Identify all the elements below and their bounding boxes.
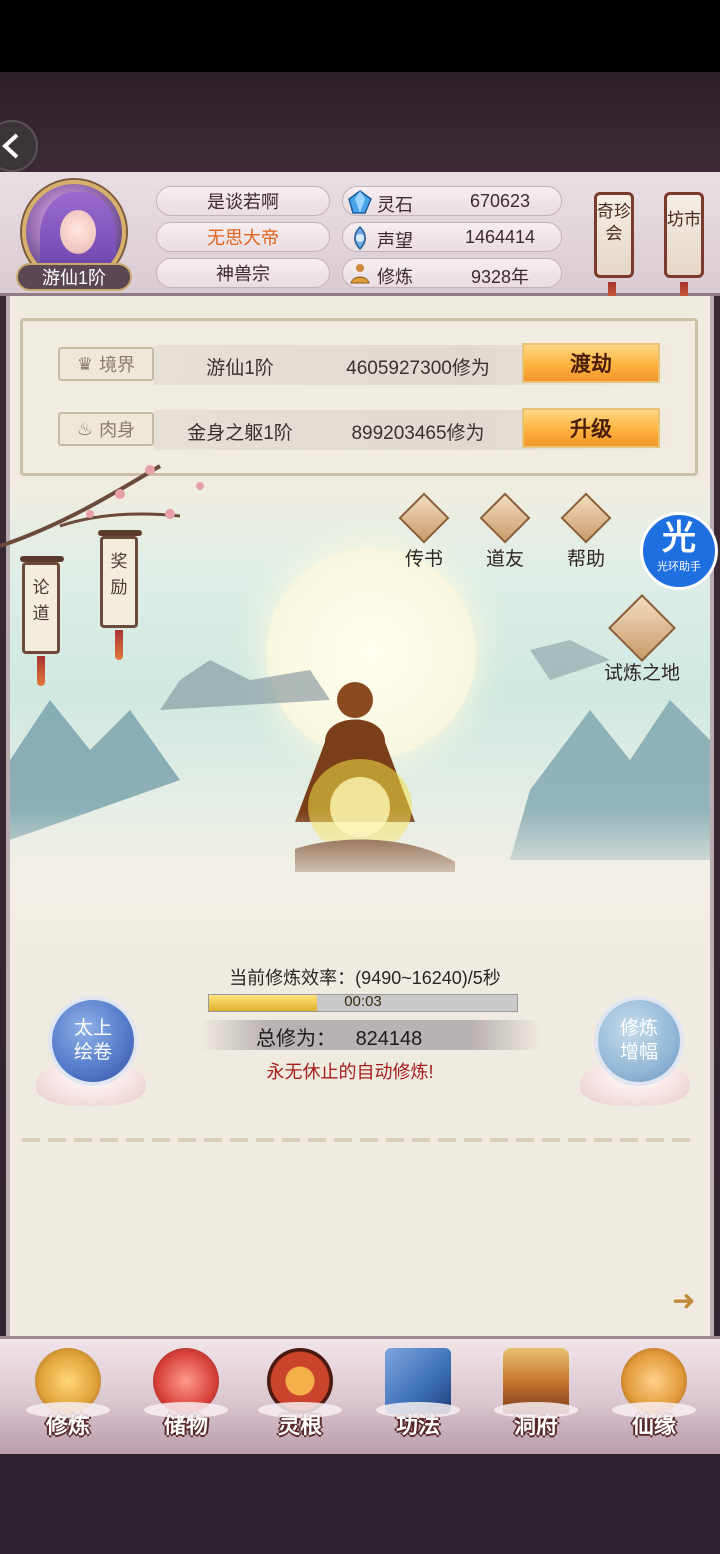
- celestial-scroll-button[interactable]: 太上 绘卷: [48, 996, 138, 1086]
- nav-cloud: [376, 1402, 460, 1418]
- body-row: ♨ 肉身 金身之躯1阶 899203465修为 升级: [40, 408, 684, 450]
- friend-icon: [479, 492, 531, 544]
- boat-icon: [608, 594, 676, 662]
- market-tab[interactable]: 坊市: [664, 192, 704, 278]
- resource-label: 修炼: [377, 267, 413, 287]
- crown-icon: ♛: [76, 353, 94, 374]
- body-name: 金身之躯1阶: [187, 423, 293, 444]
- player-title: 无思大帝: [156, 222, 330, 252]
- nav-item-fate[interactable]: 仙缘: [604, 1346, 704, 1450]
- friend-label: 道友: [485, 549, 524, 570]
- reward-banner[interactable]: 奖励: [100, 536, 138, 628]
- help-icon: [560, 492, 612, 544]
- body-label: ♨ 肉身: [58, 412, 154, 446]
- nav-item-storage[interactable]: 储物: [136, 1346, 236, 1450]
- realm-value: 4605927300修为: [346, 358, 490, 379]
- total-label: 总修为：: [256, 1028, 336, 1050]
- friend-button[interactable]: 道友: [475, 492, 535, 571]
- treasure-fair-tab[interactable]: 奇珍会: [594, 192, 634, 278]
- player-name: 是谈若啊: [156, 186, 330, 216]
- resource-value: 1464414: [464, 227, 536, 247]
- letter-label: 传书: [404, 549, 443, 570]
- discuss-banner[interactable]: 论道: [22, 562, 60, 654]
- expand-arrow-icon[interactable]: ➜: [672, 1284, 702, 1316]
- resource-value: 9328年: [470, 267, 530, 287]
- nav-item-technique[interactable]: 功法: [368, 1346, 468, 1450]
- section-divider: [22, 1138, 698, 1142]
- realm-row: ♛ 境界 游仙1阶 4605927300修为 渡劫: [40, 343, 684, 385]
- trial-label: 试炼之地: [603, 663, 680, 684]
- stats-box: [20, 318, 698, 476]
- rank-badge: 游仙1阶: [16, 263, 132, 291]
- nav-item-cave[interactable]: 洞府: [486, 1346, 586, 1450]
- assistant-badge[interactable]: 光 光环助手: [640, 512, 718, 590]
- assistant-label: 光环助手: [657, 561, 701, 573]
- help-button[interactable]: 帮助: [556, 492, 616, 571]
- avatar-face: [60, 210, 96, 254]
- cultivation-rate: 当前修炼效率：(9490~16240)/5秒: [229, 968, 501, 988]
- incense-icon: ♨: [76, 418, 94, 439]
- letter-button[interactable]: 传书: [394, 492, 454, 571]
- tassel-decoration: [115, 630, 123, 660]
- nav-cloud: [26, 1402, 110, 1418]
- nav-cloud: [612, 1402, 696, 1418]
- reputation-icon: [354, 225, 366, 251]
- resource-label: 声望: [377, 231, 413, 251]
- resource-label: 灵石: [377, 195, 413, 215]
- nav-cloud: [494, 1402, 578, 1418]
- body-value: 899203465修为: [351, 423, 485, 444]
- cultivation-icon: [350, 264, 370, 284]
- total-cultivation: 总修为： 824148: [256, 1022, 422, 1051]
- nav-cloud: [144, 1402, 228, 1418]
- status-bar-area: [0, 0, 720, 72]
- resource-value: 670623: [469, 191, 531, 211]
- letter-icon: [398, 492, 450, 544]
- resource-reputation: 声望 1464414: [342, 222, 562, 252]
- upgrade-button[interactable]: 升级: [522, 408, 660, 448]
- player-sect: 神兽宗: [156, 258, 330, 288]
- tassel-decoration: [37, 656, 45, 686]
- realm-label-text: 境界: [99, 355, 136, 375]
- bottom-frame: [0, 1454, 720, 1554]
- auto-cultivate-text: 永无休止的自动修炼!: [266, 1062, 434, 1082]
- help-label: 帮助: [566, 549, 605, 570]
- cloud-mist: [10, 810, 710, 950]
- nav-item-spirit-root[interactable]: 灵根: [250, 1346, 350, 1450]
- realm-label: ♛ 境界: [58, 347, 154, 381]
- total-value: 824148: [355, 1028, 423, 1050]
- resource-spirit-stone: 灵石 670623: [342, 186, 562, 216]
- body-label-text: 肉身: [99, 420, 136, 440]
- assistant-glyph: 光: [662, 519, 696, 557]
- cultivation-boost-button[interactable]: 修炼 增幅: [594, 996, 684, 1086]
- nav-item-cultivate[interactable]: 修炼: [18, 1346, 118, 1450]
- tribulation-button[interactable]: 渡劫: [522, 343, 660, 383]
- realm-name: 游仙1阶: [206, 358, 274, 379]
- resource-cultivation: 修炼 9328年: [342, 258, 562, 288]
- spirit-stone-icon: [348, 190, 372, 214]
- trial-ground-button[interactable]: 试炼之地: [600, 594, 684, 685]
- progress-timer: 00:03: [344, 993, 382, 1010]
- back-arrow-icon: [2, 133, 19, 159]
- nav-cloud: [258, 1402, 342, 1418]
